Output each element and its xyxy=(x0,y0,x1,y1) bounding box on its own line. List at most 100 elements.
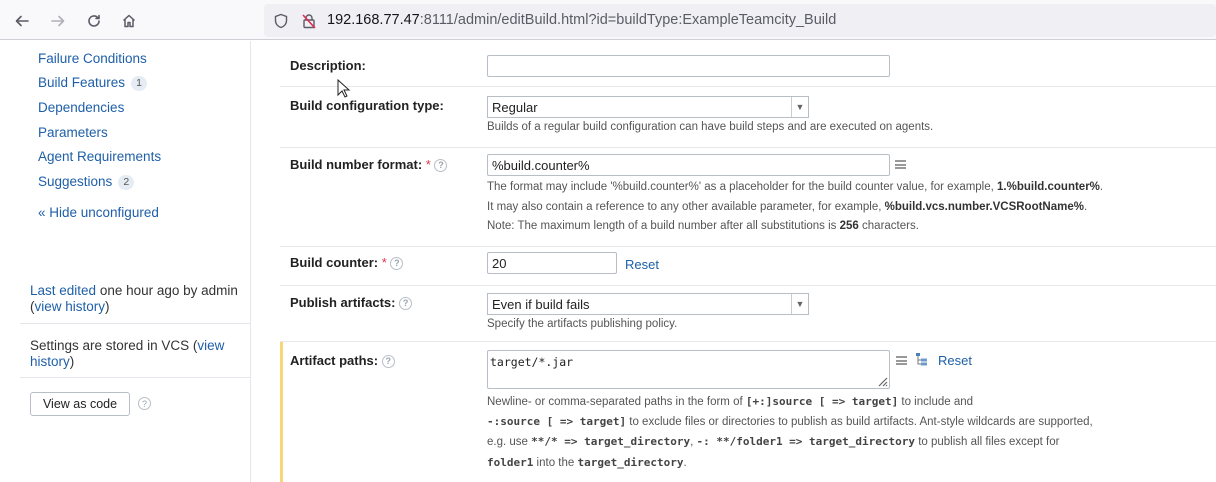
config-type-label: Build configuration type: xyxy=(290,98,444,113)
note-text: . xyxy=(683,457,687,469)
help-icon[interactable]: ? xyxy=(390,256,404,270)
artifact-paths-reset-link[interactable]: Reset xyxy=(938,353,972,368)
forward-button[interactable] xyxy=(45,8,71,34)
publish-label: Publish artifacts: ? xyxy=(290,295,413,310)
url-path: :8111/admin/editBuild.html?id=buildType:… xyxy=(419,12,837,28)
artifact-paths-label-text: Artifact paths: xyxy=(290,353,379,368)
help-icon[interactable]: ? xyxy=(381,354,395,368)
note-text: It may also contain a reference to any o… xyxy=(487,201,885,213)
vcs-settings-text: Settings are stored in VCS ( xyxy=(30,338,198,353)
sidebar-item-build-features[interactable]: Build Features 1 xyxy=(38,75,148,91)
note-code: **/* => target_directory xyxy=(531,435,691,448)
required-marker: * xyxy=(425,157,431,172)
view-history-link[interactable]: view history xyxy=(35,299,106,314)
note-value: 256 xyxy=(839,220,859,232)
list-icon[interactable] xyxy=(896,356,907,365)
counter-label-text: Build counter: xyxy=(290,255,379,270)
vcs-settings-info: Settings are stored in VCS (view history… xyxy=(30,338,225,369)
help-icon[interactable]: ? xyxy=(399,296,413,310)
home-icon xyxy=(122,14,136,28)
url-text[interactable]: 192.168.77.47:8111/admin/editBuild.html?… xyxy=(327,12,836,28)
note-text: to publish all files except for xyxy=(915,436,1060,448)
publish-selected: Even if build fails xyxy=(492,297,590,312)
count-badge: 2 xyxy=(118,175,135,190)
number-format-label: Build number format: * ? xyxy=(290,157,448,172)
sidebar: Failure Conditions Build Features 1 Depen… xyxy=(0,41,251,482)
artifact-paths-row: Artifact paths: ? target/*.jar Reset New… xyxy=(280,342,1216,482)
divider xyxy=(20,377,251,378)
hide-unconfigured-link[interactable]: « Hide unconfigured xyxy=(38,205,159,220)
description-row: Description: xyxy=(280,41,1216,87)
number-format-row: Build number format: * ? %build.counter%… xyxy=(280,148,1216,247)
forward-arrow-icon xyxy=(51,15,65,27)
note-code: [+:]source [ => target] xyxy=(745,395,899,408)
note-text: into the xyxy=(533,457,578,469)
resize-handle-icon[interactable] xyxy=(876,375,888,387)
artifact-paths-value: target/*.jar xyxy=(490,355,574,369)
number-format-note-2: It may also contain a reference to any o… xyxy=(487,201,1088,213)
counter-label: Build counter: * ? xyxy=(290,255,404,270)
chevron-down-icon: ▼ xyxy=(791,294,808,314)
url-bar[interactable]: 192.168.77.47:8111/admin/editBuild.html?… xyxy=(264,4,1216,37)
config-type-select[interactable]: Regular ▼ xyxy=(487,96,809,118)
publish-select[interactable]: Even if build fails ▼ xyxy=(487,293,809,315)
artifact-note-4: folder1 into the target_directory. xyxy=(487,453,687,473)
note-example: 1.%build.counter% xyxy=(997,181,1100,193)
publish-label-text: Publish artifacts: xyxy=(290,295,396,310)
note-text: e.g. use xyxy=(487,436,532,448)
note-text: characters. xyxy=(858,220,919,232)
last-edited-info: Last edited one hour ago by admin (view h… xyxy=(30,283,238,314)
help-icon[interactable]: ? xyxy=(434,158,448,172)
sidebar-item-failure-conditions[interactable]: Failure Conditions xyxy=(38,51,147,66)
number-format-note-1: The format may include '%build.counter%'… xyxy=(487,181,1104,193)
home-button[interactable] xyxy=(116,8,142,34)
description-input[interactable] xyxy=(487,55,890,77)
view-as-code-button[interactable]: View as code xyxy=(30,392,130,416)
url-host: 192.168.77.47 xyxy=(327,12,420,28)
artifact-paths-textarea[interactable]: target/*.jar xyxy=(487,350,890,389)
sidebar-item-agent-requirements[interactable]: Agent Requirements xyxy=(38,149,161,164)
help-icon[interactable]: ? xyxy=(138,397,151,410)
insecure-lock-icon[interactable] xyxy=(300,12,318,30)
note-code: target_directory xyxy=(577,456,684,469)
note-code: -: **/folder1 => target_directory xyxy=(696,435,916,448)
counter-row: Build counter: * ? 20 Reset xyxy=(280,247,1216,286)
note-text: to include and xyxy=(898,396,974,408)
number-format-input[interactable]: %build.counter% xyxy=(487,154,890,176)
required-marker: * xyxy=(381,255,387,270)
sidebar-item-label: Agent Requirements xyxy=(38,149,162,164)
config-type-row: Build configuration type: Regular ▼ Buil… xyxy=(280,87,1216,148)
back-arrow-icon xyxy=(15,15,29,27)
note-text: The format may include '%build.counter%'… xyxy=(487,181,998,193)
artifact-note-3: e.g. use **/* => target_directory, -: **… xyxy=(487,432,1059,452)
note-text: to exclude files or directories to publi… xyxy=(626,416,1093,428)
chevron-down-icon: ▼ xyxy=(791,97,808,117)
divider xyxy=(20,323,251,324)
back-button[interactable] xyxy=(9,8,35,34)
note-code: -:source [ => target] xyxy=(487,415,627,428)
list-icon[interactable] xyxy=(895,160,906,169)
shield-icon[interactable] xyxy=(272,12,290,30)
number-format-note-3: Note: The maximum length of a build numb… xyxy=(487,216,919,236)
sidebar-item-label: Build Features xyxy=(38,75,126,90)
file-tree-icon[interactable] xyxy=(915,352,929,366)
description-label: Description: xyxy=(290,58,366,73)
artifact-paths-label: Artifact paths: ? xyxy=(290,353,395,368)
config-type-selected: Regular xyxy=(492,100,538,115)
sidebar-item-suggestions[interactable]: Suggestions 2 xyxy=(38,174,135,190)
config-type-note: Builds of a regular build configuration … xyxy=(487,121,934,133)
sidebar-item-label: Parameters xyxy=(38,125,108,140)
reload-button[interactable] xyxy=(81,8,107,34)
note-text: Newline- or comma-separated paths in the… xyxy=(487,396,746,408)
number-format-label-text: Build number format: xyxy=(290,157,423,172)
last-edited-text: one hour ago by admin xyxy=(96,283,238,298)
artifact-note-2: -:source [ => target] to exclude files o… xyxy=(487,412,1093,432)
publish-row: Publish artifacts: ? Even if build fails… xyxy=(280,286,1216,342)
counter-input[interactable]: 20 xyxy=(487,252,617,274)
sidebar-item-dependencies[interactable]: Dependencies xyxy=(38,100,124,115)
counter-reset-link[interactable]: Reset xyxy=(625,257,659,272)
reload-icon xyxy=(88,14,100,27)
last-edited-link[interactable]: Last edited xyxy=(30,283,96,298)
browser-toolbar: 192.168.77.47:8111/admin/editBuild.html?… xyxy=(0,0,1216,40)
sidebar-item-parameters[interactable]: Parameters xyxy=(38,125,108,140)
